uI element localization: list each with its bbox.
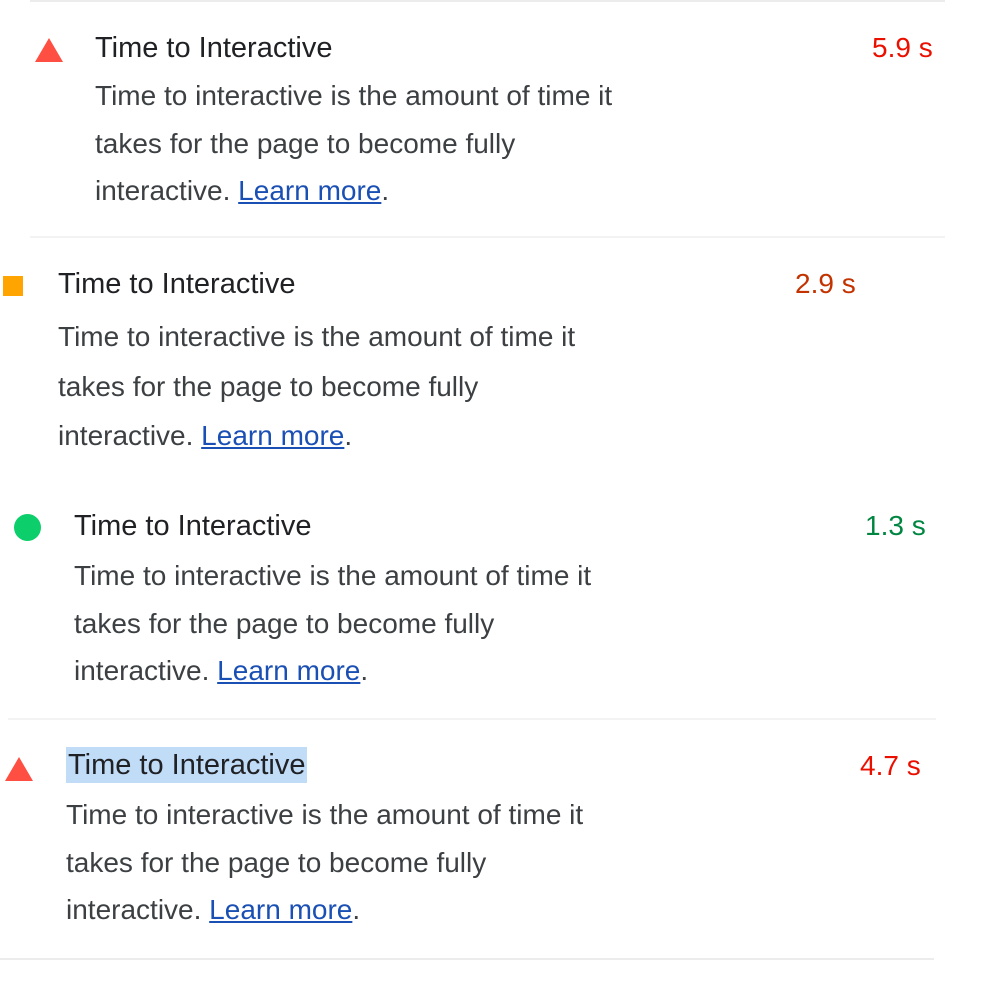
learn-more-link[interactable]: Learn more bbox=[217, 655, 360, 686]
audit-item[interactable]: Time to Interactive 1.3 s Time to intera… bbox=[0, 490, 1000, 718]
audit-title-selected[interactable]: Time to Interactive bbox=[66, 747, 308, 783]
audit-description: Time to interactive is the amount of tim… bbox=[95, 72, 612, 215]
audit-title[interactable]: Time to Interactive bbox=[58, 266, 295, 302]
audit-value: 4.7 s bbox=[860, 750, 921, 781]
description-line: Time to interactive is the amount of tim… bbox=[58, 321, 576, 352]
description-text: interactive. bbox=[66, 894, 210, 925]
description-line: interactive. Learn more. bbox=[95, 167, 612, 215]
learn-more-link[interactable]: Learn more bbox=[201, 420, 344, 451]
learn-more-link[interactable]: Learn more bbox=[209, 894, 352, 925]
description-text: interactive. bbox=[74, 655, 218, 686]
description-period: . bbox=[360, 655, 369, 686]
audit-value: 2.9 s bbox=[795, 268, 856, 299]
fail-triangle-icon bbox=[35, 38, 63, 62]
audit-value: 5.9 s bbox=[872, 32, 933, 63]
audit-item[interactable]: Time to Interactive 2.9 s Time to intera… bbox=[0, 238, 1000, 478]
description-period: . bbox=[352, 894, 361, 925]
description-line: takes for the page to become fully bbox=[74, 607, 495, 639]
audit-description: Time to interactive is the amount of tim… bbox=[58, 312, 575, 461]
description-line: interactive. Learn more. bbox=[74, 647, 591, 695]
description-text: interactive. bbox=[58, 420, 202, 451]
description-line: takes for the page to become fully bbox=[58, 370, 479, 402]
description-line: Time to interactive is the amount of tim… bbox=[95, 80, 613, 111]
description-line: takes for the page to become fully bbox=[95, 127, 516, 159]
audit-item[interactable]: Time to Interactive 4.7 s Time to intera… bbox=[0, 720, 1000, 958]
description-period: . bbox=[381, 175, 390, 206]
bottom-divider bbox=[0, 958, 934, 960]
description-line: Time to interactive is the amount of tim… bbox=[74, 560, 592, 591]
description-text: interactive. bbox=[95, 175, 239, 206]
description-period: . bbox=[344, 420, 353, 451]
audit-title[interactable]: Time to Interactive bbox=[95, 30, 332, 66]
learn-more-link[interactable]: Learn more bbox=[238, 175, 381, 206]
pass-circle-icon bbox=[14, 514, 41, 541]
audit-value: 1.3 s bbox=[865, 510, 926, 541]
description-line: takes for the page to become fully bbox=[66, 846, 487, 878]
audit-description: Time to interactive is the amount of tim… bbox=[74, 552, 591, 695]
description-line: Time to interactive is the amount of tim… bbox=[66, 799, 584, 830]
description-line: interactive. Learn more. bbox=[66, 886, 583, 934]
fail-triangle-icon bbox=[5, 757, 33, 781]
audit-description: Time to interactive is the amount of tim… bbox=[66, 791, 583, 934]
audit-item[interactable]: Time to Interactive 5.9 s Time to intera… bbox=[0, 0, 1000, 236]
audit-title[interactable]: Time to Interactive bbox=[74, 508, 311, 544]
description-line: interactive. Learn more. bbox=[58, 411, 575, 461]
average-square-icon bbox=[3, 276, 23, 296]
